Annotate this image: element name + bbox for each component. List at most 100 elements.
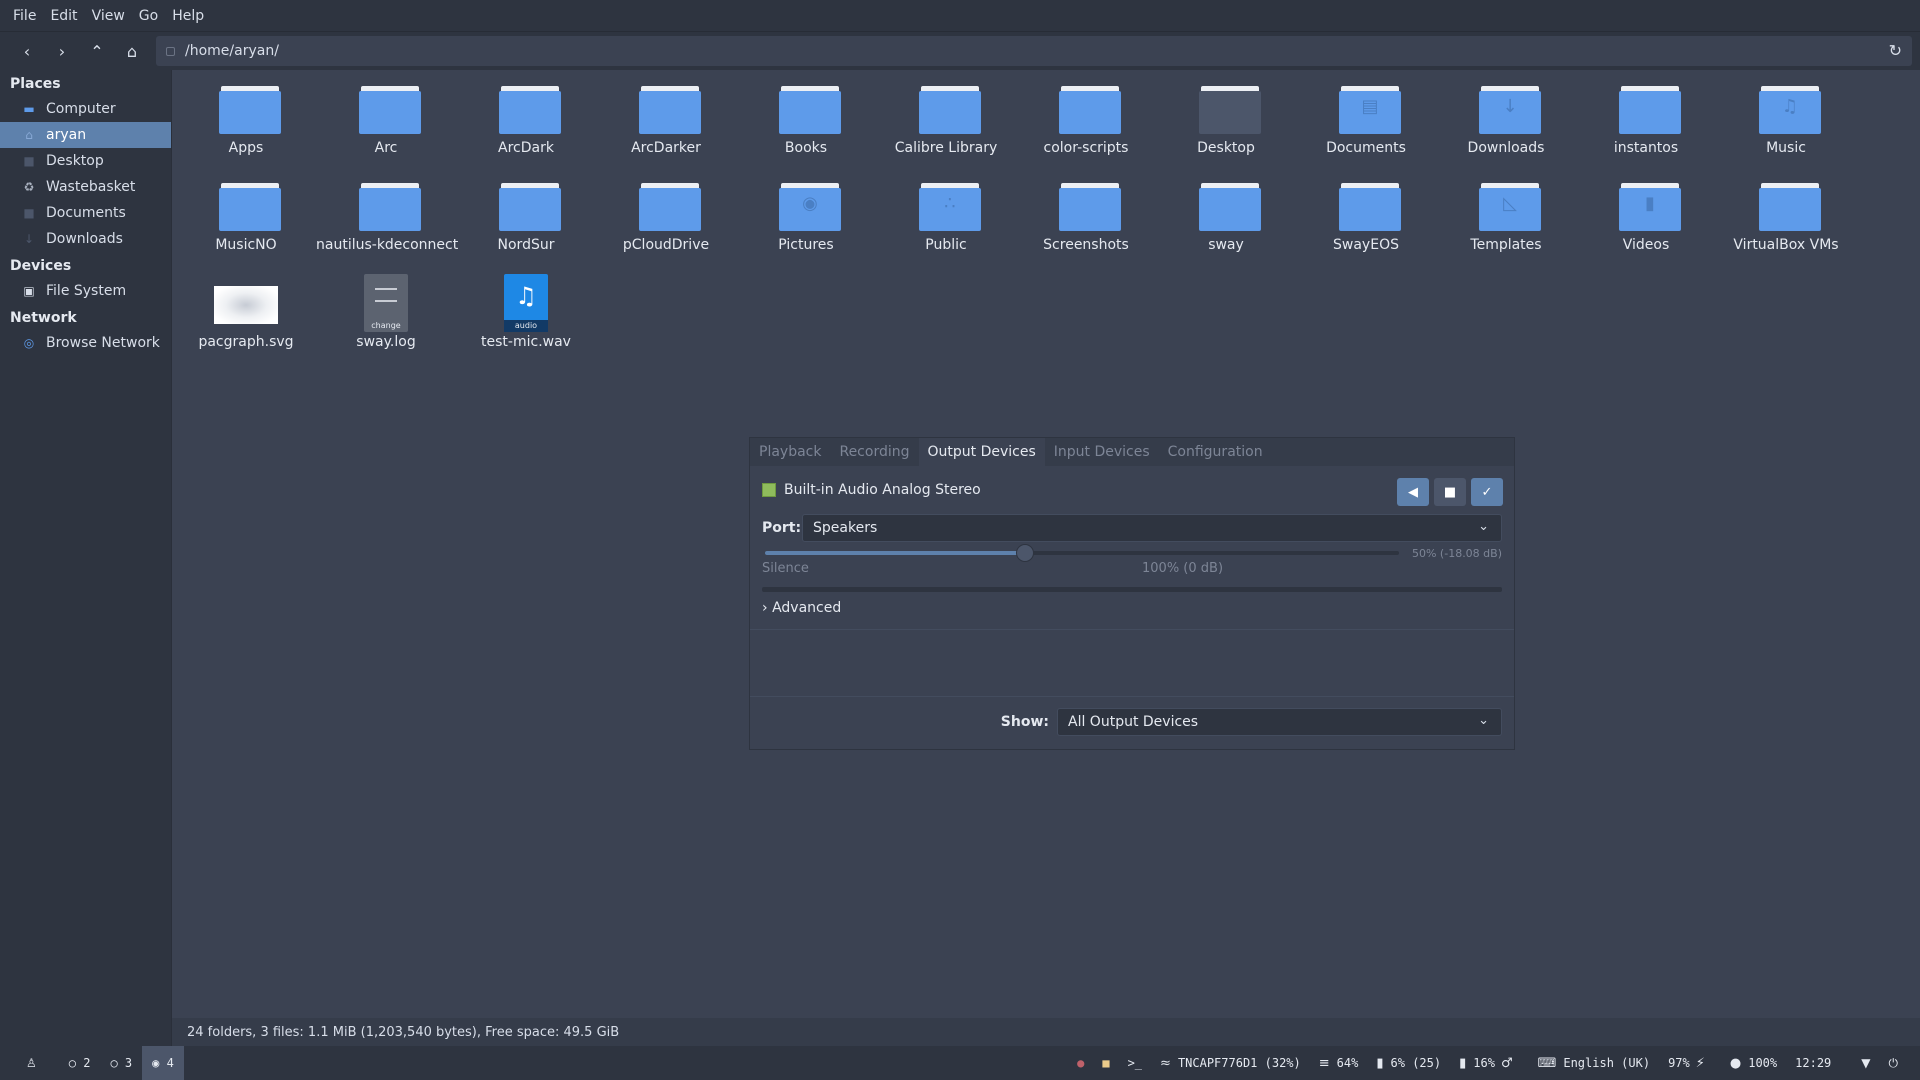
file-label: ArcDarker bbox=[631, 140, 701, 156]
sidebar-item-wastebasket[interactable]: ♻ Wastebasket bbox=[0, 174, 171, 200]
globe-icon: ◎ bbox=[23, 336, 35, 350]
wifi-indicator[interactable]: ≈ TNCAPF776D1 (32%) bbox=[1160, 1056, 1301, 1071]
file-item[interactable]: VirtualBox VMs bbox=[1716, 173, 1856, 269]
file-view[interactable]: Apps Arc ArcDark ArcDarker Books Calibre Libr… bbox=[172, 70, 1920, 1018]
file-item[interactable]: ◺ Templates bbox=[1436, 173, 1576, 269]
port-select[interactable]: Speakers ⌄ bbox=[802, 514, 1502, 542]
file-item[interactable]: ♫ Music bbox=[1716, 76, 1856, 172]
clock[interactable]: 12:29 bbox=[1795, 1056, 1831, 1070]
file-label: sway bbox=[1208, 237, 1244, 253]
tab-playback[interactable]: Playback bbox=[750, 438, 830, 466]
sidebar-item-browse-network[interactable]: ◎ Browse Network bbox=[0, 330, 171, 356]
level-meter bbox=[762, 587, 1502, 592]
file-item[interactable]: ◉ Pictures bbox=[736, 173, 876, 269]
file-item[interactable]: nautilus-kdeconnect bbox=[316, 173, 458, 269]
file-item[interactable]: ▤ Documents bbox=[1296, 76, 1436, 172]
location-bar[interactable]: /home/aryan/ ↻ bbox=[156, 36, 1912, 66]
file-item[interactable]: pCloudDrive bbox=[596, 173, 736, 269]
network-menu[interactable]: ▼ bbox=[1861, 1056, 1870, 1070]
sidebar-item-downloads[interactable]: ↓ Downloads bbox=[0, 226, 171, 252]
file-item[interactable]: Desktop bbox=[1156, 76, 1296, 172]
file-item[interactable]: Books bbox=[736, 76, 876, 172]
forward-button[interactable]: › bbox=[47, 37, 77, 65]
lock-channels-button[interactable]: ■ bbox=[1434, 478, 1466, 506]
tab-input-devices[interactable]: Input Devices bbox=[1045, 438, 1159, 466]
file-item[interactable]: sway bbox=[1156, 173, 1296, 269]
show-select[interactable]: All Output Devices ⌄ bbox=[1057, 708, 1502, 736]
keyboard-indicator[interactable]: ⌨ English (UK) bbox=[1538, 1056, 1650, 1071]
chevron-up-icon: ⌃ bbox=[90, 41, 104, 61]
power-button[interactable]: ⏻ bbox=[1889, 1056, 1899, 1071]
folder-icon: ◺ bbox=[1479, 183, 1541, 231]
menubar: File Edit View Go Help bbox=[0, 0, 1920, 32]
sidebar-item-documents[interactable]: ■ Documents bbox=[0, 200, 171, 226]
volume-slider[interactable] bbox=[765, 544, 1399, 562]
menu-edit[interactable]: Edit bbox=[43, 8, 84, 24]
sound-card-icon bbox=[762, 483, 776, 497]
file-item[interactable]: Screenshots bbox=[1016, 173, 1156, 269]
menu-view[interactable]: View bbox=[85, 8, 132, 24]
file-item[interactable]: ▮ Videos bbox=[1576, 173, 1716, 269]
brightness-indicator[interactable]: ● 100% bbox=[1730, 1056, 1777, 1071]
volume-slider-fill bbox=[765, 551, 1025, 555]
file-item[interactable]: MusicNO bbox=[176, 173, 316, 269]
tray-files[interactable]: ■ bbox=[1102, 1056, 1109, 1070]
file-item[interactable]: Calibre Library bbox=[876, 76, 1016, 172]
file-item[interactable]: ArcDark bbox=[456, 76, 596, 172]
tab-configuration[interactable]: Configuration bbox=[1159, 438, 1272, 466]
target-icon: ◉ bbox=[152, 1056, 167, 1070]
menu-file[interactable]: File bbox=[6, 8, 43, 24]
advanced-expander[interactable]: › Advanced bbox=[762, 600, 841, 616]
file-item[interactable]: Arc bbox=[316, 76, 456, 172]
tray-app-red[interactable]: ● bbox=[1077, 1056, 1084, 1070]
file-item[interactable]: ArcDarker bbox=[596, 76, 736, 172]
sidebar-item-computer[interactable]: ▬ Computer bbox=[0, 96, 171, 122]
file-label: pCloudDrive bbox=[622, 237, 710, 253]
device-title: Built-in Audio Analog Stereo bbox=[762, 482, 981, 498]
file-badge: change bbox=[371, 321, 401, 330]
workspace-3[interactable]: ○ 3 bbox=[100, 1046, 142, 1080]
sidebar-item-file-system[interactable]: ▣ File System bbox=[0, 278, 171, 304]
file-item[interactable]: change sway.log bbox=[316, 270, 456, 366]
file-label: Documents bbox=[1326, 140, 1406, 156]
file-item[interactable]: pacgraph.svg bbox=[176, 270, 316, 366]
volume-readout: 50% (-18.08 dB) bbox=[1411, 547, 1502, 560]
default-device-button[interactable]: ✓ bbox=[1471, 478, 1503, 506]
folder-icon bbox=[1059, 183, 1121, 231]
mute-toggle-button[interactable]: ◀ bbox=[1397, 478, 1429, 506]
tab-recording[interactable]: Recording bbox=[830, 438, 918, 466]
back-button[interactable]: ‹ bbox=[12, 37, 42, 65]
silence-label: Silence bbox=[762, 561, 809, 576]
workspace-4[interactable]: ◉ 4 bbox=[142, 1046, 184, 1080]
file-item[interactable]: color-scripts bbox=[1016, 76, 1156, 172]
lock-icon: ■ bbox=[1443, 484, 1457, 500]
file-item[interactable]: Apps bbox=[176, 76, 316, 172]
reload-icon[interactable]: ↻ bbox=[1889, 41, 1902, 60]
tray-terminal[interactable]: >_ bbox=[1128, 1056, 1142, 1070]
home-button[interactable]: ⌂ bbox=[117, 37, 147, 65]
file-item[interactable]: SwayEOS bbox=[1296, 173, 1436, 269]
file-item[interactable]: ♫ audio test-mic.wav bbox=[456, 270, 596, 366]
file-item[interactable]: instantos bbox=[1576, 76, 1716, 172]
circle-icon: ○ bbox=[68, 1056, 84, 1070]
chevron-right-icon: › bbox=[58, 41, 66, 61]
workspace-2[interactable]: ○ 2 bbox=[59, 1046, 101, 1080]
menu-help[interactable]: Help bbox=[165, 8, 211, 24]
sidebar-item-aryan[interactable]: ⌂ aryan bbox=[0, 122, 171, 148]
file-label: Music bbox=[1766, 140, 1806, 156]
file-item[interactable]: ∴ Public bbox=[876, 173, 1016, 269]
folder-icon bbox=[499, 183, 561, 231]
wifi-label: TNCAPF776D1 (32%) bbox=[1177, 1056, 1301, 1070]
tab-output-devices[interactable]: Output Devices bbox=[918, 438, 1045, 466]
menu-go[interactable]: Go bbox=[132, 8, 165, 24]
disk-indicator: ▮ 16% ♂ bbox=[1459, 1056, 1520, 1071]
launcher-button[interactable]: ♙ bbox=[0, 1046, 59, 1080]
folder-icon: ▮ bbox=[1619, 183, 1681, 231]
file-item[interactable]: NordSur bbox=[456, 173, 596, 269]
file-item[interactable]: ↓ Downloads bbox=[1436, 76, 1576, 172]
volume-control-dialog: Playback Recording Output Devices Input … bbox=[749, 437, 1515, 750]
volume-slider-handle[interactable] bbox=[1015, 544, 1034, 562]
up-button[interactable]: ⌃ bbox=[82, 37, 112, 65]
file-label: Books bbox=[784, 140, 828, 156]
sidebar-item-desktop[interactable]: ■ Desktop bbox=[0, 148, 171, 174]
